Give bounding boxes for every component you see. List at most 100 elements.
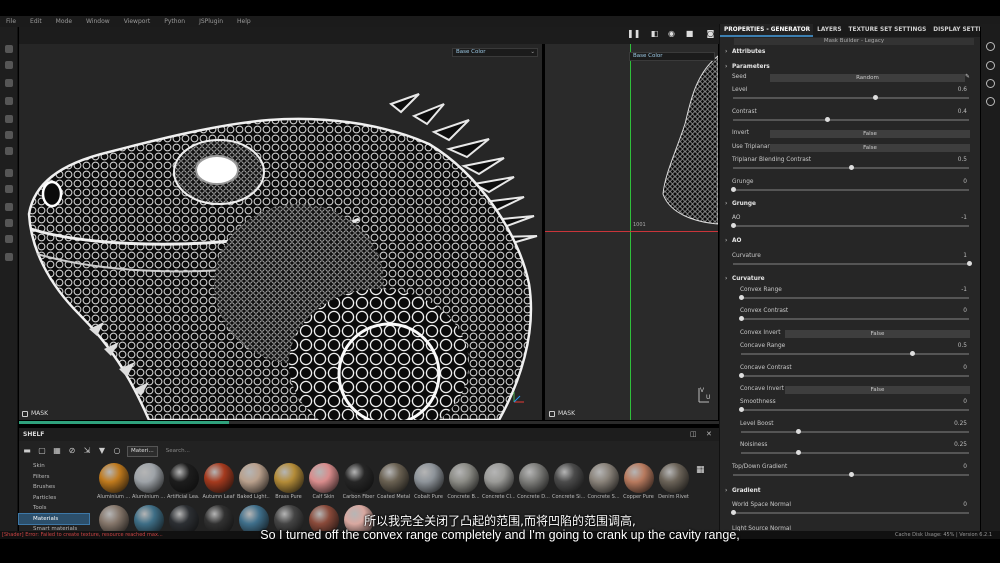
slider-track[interactable]: [739, 316, 969, 321]
viewport-3d[interactable]: Base Color ⌄ MASK: [19, 44, 542, 420]
panel-tab[interactable]: TEXTURE SET SETTINGS: [845, 24, 930, 37]
material-thumbnail[interactable]: Artificial Lea...: [167, 463, 200, 500]
edit-icon[interactable]: ✎: [965, 74, 970, 80]
picker-icon[interactable]: [5, 147, 13, 155]
slider-value[interactable]: 0.5: [958, 343, 967, 349]
history-icon[interactable]: [986, 97, 995, 106]
measure-icon[interactable]: [5, 185, 13, 193]
grid-view-icon[interactable]: ▦: [52, 446, 62, 456]
material-thumbnail[interactable]: Concrete B...: [447, 463, 480, 500]
menu-item[interactable]: File: [6, 18, 16, 25]
seed-random-button[interactable]: Random: [770, 74, 965, 82]
layers-icon[interactable]: [986, 79, 995, 88]
menu-item[interactable]: Viewport: [124, 18, 151, 25]
slider-handle[interactable]: [731, 187, 736, 192]
new-tab-icon[interactable]: ▢: [37, 446, 47, 456]
shelf-search-input[interactable]: Search...: [163, 446, 353, 457]
material-thumbnail[interactable]: Concrete S...: [587, 463, 620, 500]
paint-brush-icon[interactable]: [5, 45, 13, 53]
material-thumbnail[interactable]: Copper Pure: [622, 463, 655, 500]
slider-value[interactable]: 0: [963, 464, 967, 470]
generator-selector[interactable]: Mask Builder - Legacy: [734, 38, 974, 45]
bake-icon[interactable]: [5, 203, 13, 211]
undock-icon[interactable]: ◫: [690, 430, 697, 438]
toggle-button[interactable]: False: [785, 386, 970, 394]
material-thumbnail[interactable]: Concrete D...: [517, 463, 550, 500]
export-icon[interactable]: [5, 235, 13, 243]
slider-track[interactable]: [739, 407, 969, 412]
slider-handle[interactable]: [796, 450, 801, 455]
polygon-fill-icon[interactable]: [5, 169, 13, 177]
slider-track[interactable]: [739, 295, 969, 300]
screenshot-icon[interactable]: ◙: [706, 29, 715, 38]
panel-tab[interactable]: LAYERS: [813, 24, 844, 37]
slider-track[interactable]: [731, 223, 969, 228]
slider-value[interactable]: 0.5: [958, 157, 967, 163]
slider-value[interactable]: -1: [961, 215, 967, 221]
shelf-category-item[interactable]: Skin: [19, 461, 89, 472]
shelf-category-item[interactable]: Brushes: [19, 482, 89, 493]
material-thumbnail[interactable]: Cobalt Pure: [412, 463, 445, 500]
slider-handle[interactable]: [849, 165, 854, 170]
shelf-category-item[interactable]: Filters: [19, 472, 89, 483]
slider-handle[interactable]: [739, 295, 744, 300]
slider-track[interactable]: [739, 373, 969, 378]
geometry-mask-icon[interactable]: [5, 97, 13, 105]
slider-value[interactable]: 0.25: [954, 442, 967, 448]
menu-item[interactable]: Python: [164, 18, 185, 25]
slider-handle[interactable]: [910, 351, 915, 356]
slider-handle[interactable]: [872, 95, 878, 100]
slider-track[interactable]: [731, 187, 969, 192]
slider-handle[interactable]: [967, 261, 972, 266]
slider-handle[interactable]: [739, 373, 744, 378]
slider-handle[interactable]: [825, 117, 831, 122]
toggle-button[interactable]: False: [770, 130, 970, 138]
toggle-button[interactable]: False: [770, 144, 970, 152]
thumbnail-size-icon[interactable]: ▦: [696, 465, 705, 475]
slider-track[interactable]: [733, 261, 972, 266]
slider-handle[interactable]: [796, 429, 801, 434]
hide-icon[interactable]: ⊘: [67, 446, 77, 456]
panel-tab[interactable]: PROPERTIES - GENERATOR: [720, 24, 814, 37]
material-thumbnail[interactable]: Denim Rivet: [657, 463, 690, 500]
material-thumbnail[interactable]: Aluminium ...: [97, 463, 130, 500]
globe-icon[interactable]: [986, 61, 995, 70]
slider-handle[interactable]: [739, 407, 744, 412]
slider-value[interactable]: -1: [961, 287, 967, 293]
slider-track[interactable]: [741, 351, 969, 356]
menu-item[interactable]: Edit: [30, 18, 42, 25]
slider-track[interactable]: [733, 117, 969, 122]
close-icon[interactable]: ✕: [706, 430, 712, 438]
material-thumbnail[interactable]: Carbon Fiber: [342, 463, 375, 500]
video-icon[interactable]: ■: [685, 29, 694, 38]
slider-value[interactable]: 0: [963, 179, 967, 185]
folder-icon[interactable]: ▬: [22, 446, 32, 456]
settings-icon[interactable]: [5, 253, 13, 261]
slider-value[interactable]: 0: [963, 365, 967, 371]
slider-value[interactable]: 0: [963, 502, 967, 508]
material-thumbnail[interactable]: Coated Metal: [377, 463, 410, 500]
shelf-category-item[interactable]: Particles: [19, 493, 89, 504]
material-thumbnail[interactable]: Calf Skin: [307, 463, 340, 500]
clone-icon[interactable]: [5, 131, 13, 139]
slider-value[interactable]: 0.4: [958, 109, 967, 115]
menu-item[interactable]: JSPlugin: [199, 18, 223, 25]
toggle-button[interactable]: False: [785, 330, 970, 338]
material-thumbnail[interactable]: Autumn Leaf: [202, 463, 235, 500]
filter-icon[interactable]: ▼: [97, 446, 107, 456]
viewport-2d-uv[interactable]: 1001 Base Color MASK VU: [545, 44, 718, 420]
menu-item[interactable]: Window: [86, 18, 110, 25]
pause-icon[interactable]: ❚❚: [627, 29, 640, 38]
python-icon[interactable]: [5, 219, 13, 227]
slider-track[interactable]: [741, 450, 969, 455]
menu-item[interactable]: Help: [237, 18, 251, 25]
properties-icon[interactable]: [986, 42, 995, 51]
material-thumbnail[interactable]: Concrete Cl...: [482, 463, 515, 500]
filter-chip[interactable]: Materi...: [127, 445, 158, 457]
search-toggle-icon[interactable]: ○: [112, 446, 122, 456]
material-thumbnail[interactable]: Brass Pure: [272, 463, 305, 500]
import-icon[interactable]: ⇲: [82, 446, 92, 456]
projection-icon[interactable]: [5, 79, 13, 87]
channel-select-2d[interactable]: Base Color: [629, 52, 715, 61]
slider-track[interactable]: [733, 472, 969, 477]
